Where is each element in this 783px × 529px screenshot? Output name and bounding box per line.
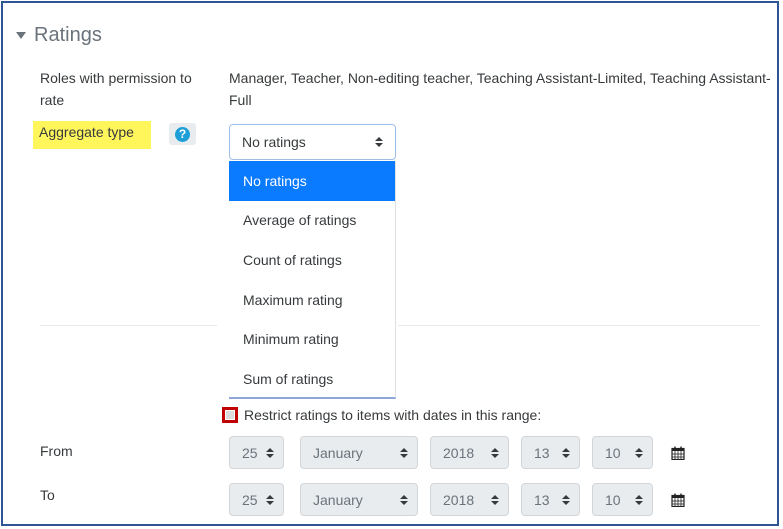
to-day-value: 25 [242, 491, 258, 508]
select-arrows-icon [266, 447, 274, 458]
calendar-icon[interactable] [671, 446, 685, 460]
help-button[interactable]: ? [169, 123, 196, 145]
select-arrows-icon [635, 494, 643, 505]
to-hour-value: 13 [534, 491, 550, 508]
to-minute-select[interactable]: 10 [592, 483, 653, 516]
to-minute-value: 10 [605, 491, 621, 508]
option-average-of-ratings[interactable]: Average of ratings [229, 201, 395, 241]
roles-value: Manager, Teacher, Non-editing teacher, T… [229, 70, 771, 108]
aggregate-type-dropdown: No ratings Average of ratings Count of r… [229, 161, 396, 399]
to-month-value: January [313, 491, 363, 508]
select-arrows-icon [491, 447, 499, 458]
from-month-select[interactable]: January [300, 436, 418, 469]
aggregate-type-selected-value: No ratings [242, 134, 306, 150]
ratings-section-toggle[interactable]: Ratings [16, 24, 102, 47]
option-count-of-ratings[interactable]: Count of ratings [229, 240, 395, 280]
to-year-select[interactable]: 2018 [430, 483, 509, 516]
from-hour-value: 13 [534, 444, 550, 461]
to-day-select[interactable]: 25 [229, 483, 284, 516]
select-arrows-icon [400, 494, 408, 505]
question-circle-icon: ? [175, 126, 190, 142]
select-arrows-icon [562, 494, 570, 505]
from-day-select[interactable]: 25 [229, 436, 284, 469]
to-month-select[interactable]: January [300, 483, 418, 516]
from-minute-value: 10 [605, 444, 621, 461]
from-year-value: 2018 [443, 444, 475, 461]
from-day-value: 25 [242, 444, 258, 461]
select-arrows-icon [491, 494, 499, 505]
caret-down-icon [16, 32, 26, 39]
select-arrows-icon [375, 137, 383, 147]
to-label: To [40, 487, 55, 503]
option-maximum-rating[interactable]: Maximum rating [229, 280, 395, 320]
roles-label: Roles with permission to rate [40, 70, 192, 108]
from-label: From [40, 443, 73, 459]
select-arrows-icon [562, 447, 570, 458]
option-minimum-rating[interactable]: Minimum rating [229, 319, 395, 359]
to-hour-select[interactable]: 13 [521, 483, 580, 516]
restrict-ratings-label: Restrict ratings to items with dates in … [244, 407, 542, 423]
aggregate-type-select[interactable]: No ratings [229, 124, 396, 160]
from-year-select[interactable]: 2018 [430, 436, 509, 469]
restrict-ratings-row: Restrict ratings to items with dates in … [222, 407, 541, 423]
section-title: Ratings [34, 24, 102, 46]
from-minute-select[interactable]: 10 [592, 436, 653, 469]
select-arrows-icon [400, 447, 408, 458]
to-year-value: 2018 [443, 491, 475, 508]
select-arrows-icon [266, 494, 274, 505]
option-sum-of-ratings[interactable]: Sum of ratings [229, 359, 395, 399]
divider [40, 325, 217, 326]
from-month-value: January [313, 444, 363, 461]
select-arrows-icon [635, 447, 643, 458]
from-hour-select[interactable]: 13 [521, 436, 580, 469]
option-no-ratings[interactable]: No ratings [229, 161, 395, 201]
restrict-ratings-checkbox[interactable] [222, 407, 238, 423]
divider [398, 325, 760, 326]
calendar-icon[interactable] [671, 493, 685, 507]
aggregate-type-label: Aggregate type [33, 121, 151, 149]
